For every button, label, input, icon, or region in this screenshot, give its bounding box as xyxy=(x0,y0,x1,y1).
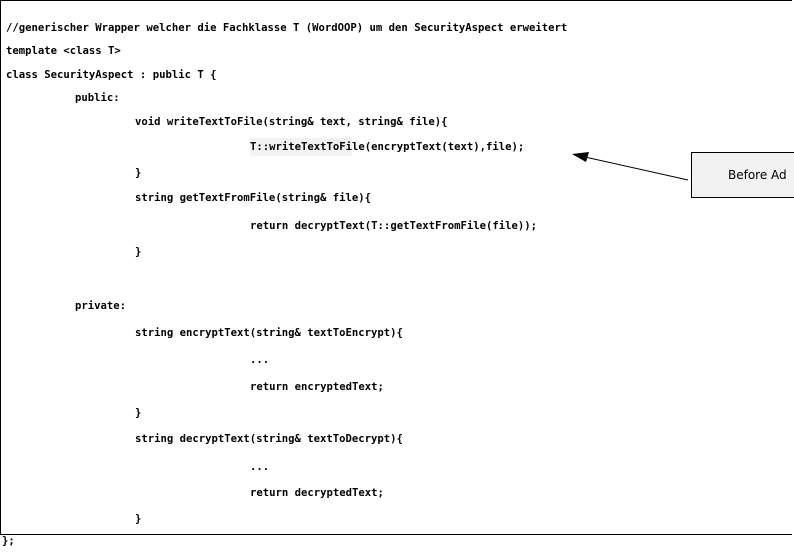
callout-label: Before Ad xyxy=(728,168,787,182)
callout-arrow-line xyxy=(584,156,689,181)
callout-arrowhead xyxy=(572,152,589,162)
callout-box: Before Ad xyxy=(691,152,794,198)
callout-arrow xyxy=(572,152,689,181)
